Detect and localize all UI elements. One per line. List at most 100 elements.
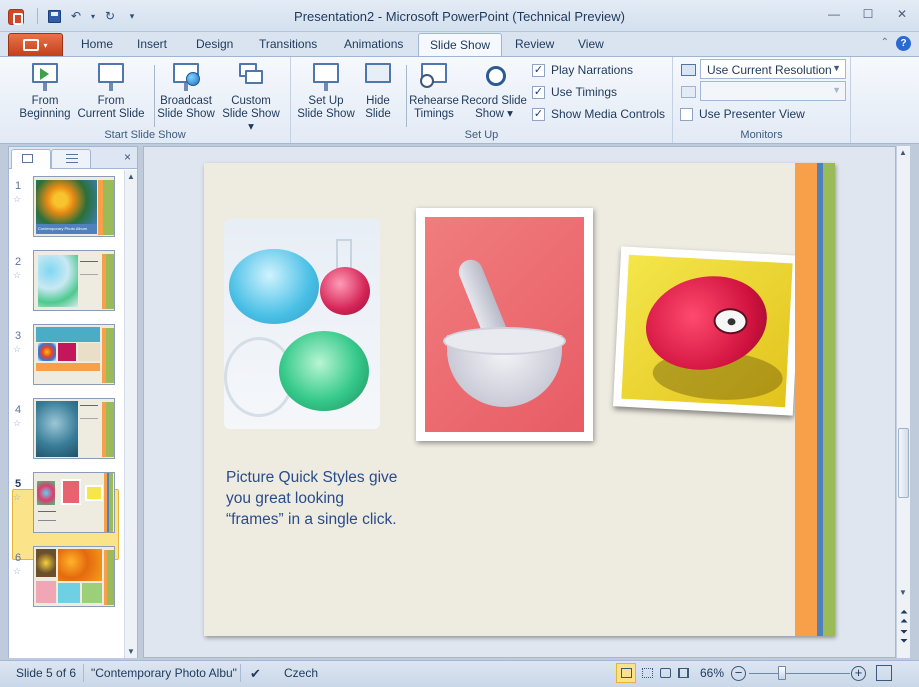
slide-thumbnail-3[interactable] bbox=[33, 324, 115, 385]
use-timings-label: Use Timings bbox=[551, 85, 618, 99]
start-group-label: Start Slide Show bbox=[104, 129, 186, 141]
show-media-controls-checkbox[interactable]: ✓ Show Media Controls bbox=[532, 107, 665, 121]
slide-thumbnail-5[interactable] bbox=[33, 472, 115, 533]
custom-slide-show-button[interactable]: Custom Slide Show ▾ bbox=[218, 60, 284, 134]
mortar-pestle-photo[interactable] bbox=[416, 208, 593, 441]
slide-sorter-button[interactable] bbox=[637, 663, 657, 683]
tab-view[interactable]: View bbox=[578, 37, 604, 51]
close-icon: ✕ bbox=[896, 7, 908, 21]
slide-counter: Slide 5 of 6 bbox=[16, 666, 77, 680]
checkbox-checked-icon: ✓ bbox=[532, 107, 545, 121]
set-up-slide-show-button[interactable]: Set Up Slide Show bbox=[296, 60, 356, 121]
tab-transitions[interactable]: Transitions bbox=[259, 37, 317, 51]
minimize-ribbon-button[interactable]: ⌃ bbox=[881, 37, 889, 48]
previous-slide-button[interactable]: ⏶ ⏶ bbox=[898, 607, 910, 627]
red-lens-photo[interactable] bbox=[612, 246, 802, 416]
show-on-dropdown[interactable]: ▼ bbox=[700, 81, 846, 101]
tab-home[interactable]: Home bbox=[81, 37, 113, 51]
setup-show-label-2: Slide Show bbox=[297, 108, 355, 120]
hide-slide-label-2: Slide bbox=[365, 108, 391, 120]
slide-scrollbar[interactable]: ▲ ▼ ⏶ ⏶ ⏷ ⏷ bbox=[896, 146, 910, 658]
resolution-dropdown[interactable]: Use Current Resolution ▼ bbox=[700, 59, 846, 79]
normal-view-icon bbox=[621, 668, 632, 678]
fit-slide-to-window-button[interactable] bbox=[876, 665, 892, 681]
record-slide-show-button[interactable]: Record Slide Show ▾ bbox=[461, 60, 527, 121]
slide-show-view-button[interactable] bbox=[673, 663, 693, 683]
transition-star-icon: ☆ bbox=[13, 418, 22, 428]
slide-sorter-icon bbox=[642, 668, 653, 678]
from-current-slide-button[interactable]: From Current Slide bbox=[76, 60, 146, 121]
resolution-value: Use Current Resolution bbox=[707, 63, 832, 77]
monitors-group-label: Monitors bbox=[740, 129, 783, 141]
maximize-button[interactable]: ☐ bbox=[851, 4, 885, 24]
plus-icon: + bbox=[854, 665, 863, 680]
theme-name[interactable]: "Contemporary Photo Albu" bbox=[91, 666, 237, 680]
record-label-2: Show ▾ bbox=[475, 108, 513, 120]
title-bar: ↶ ▾ ↻ ▾ Presentation2 - Microsoft PowerP… bbox=[0, 0, 919, 32]
play-narrations-checkbox[interactable]: ✓ Play Narrations bbox=[532, 63, 633, 77]
tab-slide-show[interactable]: Slide Show bbox=[418, 33, 503, 57]
tab-animations[interactable]: Animations bbox=[344, 37, 403, 51]
orange-accent-stripe bbox=[795, 163, 817, 636]
presenter-view-checkbox[interactable]: Use Presenter View bbox=[680, 107, 805, 121]
tab-outline[interactable] bbox=[51, 149, 91, 168]
play-narrations-label: Play Narrations bbox=[551, 63, 634, 77]
zoom-slider-thumb[interactable] bbox=[778, 666, 786, 680]
outline-icon bbox=[66, 154, 78, 163]
normal-view-button[interactable] bbox=[616, 663, 636, 683]
from-current-label-1: From bbox=[97, 95, 125, 107]
scroll-up-arrow-icon[interactable]: ▲ bbox=[899, 148, 907, 157]
double-chevron-up-icon: ⏶ ⏶ bbox=[900, 607, 908, 627]
from-beginning-button[interactable]: From Beginning bbox=[14, 60, 76, 121]
slide-number: 3 bbox=[15, 330, 22, 342]
use-timings-checkbox[interactable]: ✓ Use Timings bbox=[532, 85, 617, 99]
reading-view-button[interactable] bbox=[655, 663, 675, 683]
lab-glassware-photo[interactable] bbox=[224, 219, 380, 429]
zoom-slider-track[interactable] bbox=[749, 673, 850, 674]
sunflower-image bbox=[36, 180, 97, 224]
tab-slides[interactable] bbox=[11, 149, 51, 169]
close-button[interactable]: ✕ bbox=[885, 4, 919, 24]
language-indicator[interactable]: Czech bbox=[284, 666, 318, 680]
scroll-thumb[interactable] bbox=[898, 428, 909, 498]
setup-group-label: Set Up bbox=[464, 129, 499, 141]
scroll-down-arrow-icon[interactable]: ▼ bbox=[899, 588, 907, 597]
slides-icon bbox=[22, 154, 33, 163]
ribbon-tab-row: ▾ Home Insert Design Transitions Animati… bbox=[0, 32, 919, 57]
broadcast-slide-show-button[interactable]: Broadcast Slide Show bbox=[155, 60, 217, 121]
slide-number: 4 bbox=[15, 404, 22, 416]
slide-thumbnail-6[interactable] bbox=[33, 546, 115, 607]
zoom-out-button[interactable]: − bbox=[731, 666, 746, 681]
slide-thumbnail-1[interactable]: Contemporary Photo Album bbox=[33, 176, 115, 237]
rehearse-timings-button[interactable]: Rehearse Timings bbox=[407, 60, 461, 121]
window-controls: — ☐ ✕ bbox=[817, 4, 919, 24]
from-current-label-2: Current Slide bbox=[77, 108, 145, 120]
current-slide[interactable]: Picture Quick Styles give you great look… bbox=[204, 163, 835, 636]
broadcast-label-2: Slide Show bbox=[157, 108, 215, 120]
maximize-icon: ☐ bbox=[862, 7, 874, 21]
tab-insert[interactable]: Insert bbox=[137, 37, 167, 51]
slide-body-text[interactable]: Picture Quick Styles give you great look… bbox=[226, 467, 401, 530]
minus-icon: − bbox=[734, 665, 743, 680]
spelling-check-icon[interactable]: ✔ bbox=[250, 666, 261, 682]
help-button[interactable]: ? bbox=[896, 36, 911, 51]
pane-close-button[interactable]: × bbox=[124, 150, 131, 164]
chevron-up-icon: ⌃ bbox=[880, 37, 889, 48]
transition-star-icon: ☆ bbox=[13, 492, 22, 502]
transition-star-icon: ☆ bbox=[13, 270, 22, 280]
show-on-monitor-icon bbox=[681, 86, 696, 98]
minimize-button[interactable]: — bbox=[817, 4, 851, 24]
tab-design[interactable]: Design bbox=[196, 37, 233, 51]
thumbnail-scrollbar[interactable]: ▲ ▼ bbox=[124, 170, 137, 658]
slide-thumbnail-4[interactable] bbox=[33, 398, 115, 459]
file-menu-button[interactable]: ▾ bbox=[8, 33, 63, 56]
slide-thumbnail-2[interactable] bbox=[33, 250, 115, 311]
tab-review[interactable]: Review bbox=[515, 37, 554, 51]
transition-star-icon: ☆ bbox=[13, 194, 22, 204]
next-slide-button[interactable]: ⏷ ⏷ bbox=[898, 628, 910, 647]
zoom-level[interactable]: 66% bbox=[700, 666, 724, 680]
scroll-down-arrow-icon[interactable]: ▼ bbox=[127, 647, 135, 656]
zoom-in-button[interactable]: + bbox=[851, 666, 866, 681]
scroll-up-arrow-icon[interactable]: ▲ bbox=[127, 172, 135, 181]
hide-slide-button[interactable]: Hide Slide bbox=[359, 60, 397, 121]
